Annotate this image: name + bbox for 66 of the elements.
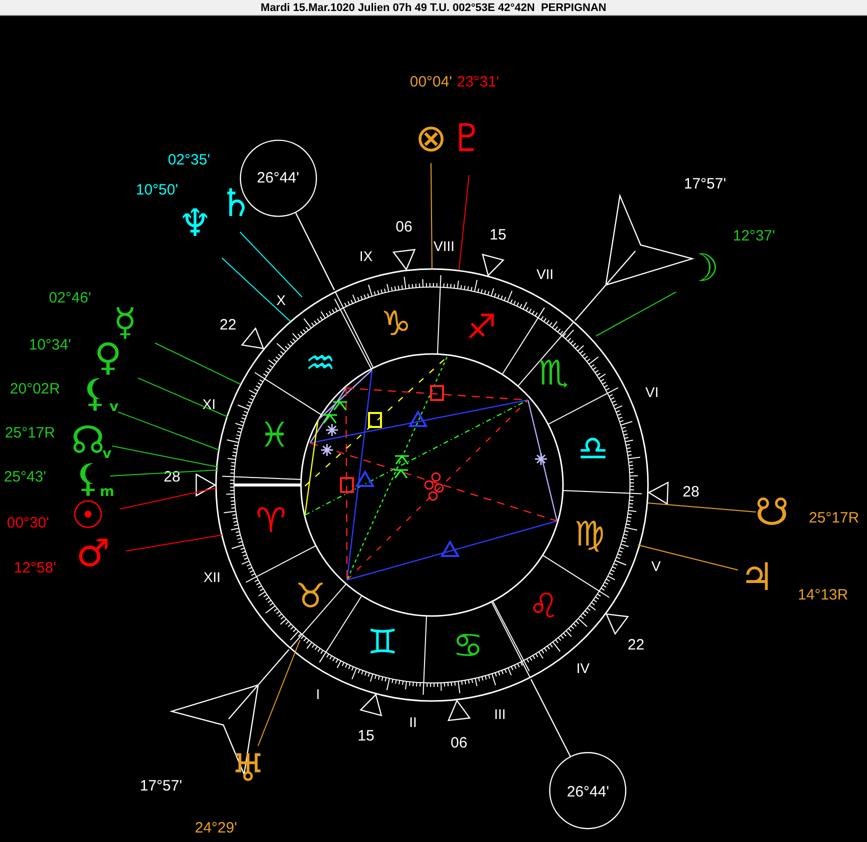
planet-suffix: m [100, 484, 114, 500]
cusp-degree: 17°57' [140, 778, 182, 794]
planet-position: 24°29' [194, 820, 238, 836]
cusp-degree: 22 [220, 316, 236, 334]
planet-position: 20°02R [10, 380, 60, 398]
zodiac-glyph: ♓ [259, 416, 290, 456]
planet-glyph: ♃ [740, 555, 774, 599]
house-number: IV [576, 660, 590, 676]
zodiac-glyph: ♑ [380, 304, 412, 344]
planet-glyph: ♅ [230, 746, 266, 790]
cusp-degree: 26°44' [566, 784, 610, 800]
zodiac-glyph: ♊ [367, 622, 398, 662]
house-number: I [316, 686, 320, 702]
cusp-triangle [605, 613, 629, 636]
planet-position: 12°58' [14, 560, 56, 576]
window-title: Mardi 15.Mar.1020 Julien 07h 49 T.U. 002°53E 42°42N PERPIGNAN [260, 2, 606, 14]
planet-position: 25°43' [4, 468, 46, 486]
cusp-degree: 06 [450, 734, 468, 752]
planet-position: 25°17R [4, 424, 56, 442]
planet-position: 14°13R [798, 586, 848, 604]
planet-glyph: ⊗ [415, 116, 447, 160]
planet-glyph: ♂ [76, 531, 110, 575]
house-number: VII [536, 266, 554, 282]
zodiac-glyph: ♍ [574, 514, 605, 554]
house-number: IX [359, 248, 373, 264]
cusp-degree: 28 [682, 484, 700, 500]
house-number: X [276, 292, 286, 308]
planet-position: 02°35' [168, 152, 210, 168]
planet-glyph: ☿ [113, 300, 137, 344]
cusp-degree: 06 [396, 218, 412, 236]
cusp-triangle [240, 327, 264, 350]
house-number: V [651, 558, 661, 574]
house-number: XI [202, 396, 216, 412]
house-number: VI [645, 384, 659, 400]
planet-glyph: ☽ [684, 246, 720, 290]
house-number: VIII [434, 238, 454, 254]
planet-position: 23°31' [456, 74, 500, 90]
zodiac-glyph: ♉ [295, 576, 326, 617]
house-number: III [494, 706, 506, 722]
planet-position: 00°30' [6, 514, 50, 532]
planet-position: 02°46' [48, 290, 92, 306]
planet-glyph: ♆ [178, 201, 212, 245]
cusp-degree: 22 [628, 636, 644, 654]
zodiac-glyph: ♌ [528, 586, 559, 626]
cusp-degree: 26°44' [256, 170, 300, 186]
house-number: XII [203, 569, 221, 585]
planet-position: 00°04' [410, 74, 452, 90]
zodiac-glyph: ♒ [305, 344, 336, 384]
planet-glyph: ♄ [218, 181, 254, 225]
planet-position: 10°34' [28, 336, 72, 354]
house-number: II [409, 714, 417, 730]
planet-position: 10°50' [136, 182, 178, 198]
zodiac-glyph: ♋ [452, 626, 484, 666]
zodiac-glyph: ♈ [256, 501, 286, 541]
planet-glyph: ♇ [450, 116, 484, 160]
zodiac-glyph: ♏ [538, 353, 569, 394]
planet-suffix: v [109, 399, 119, 415]
planet-suffix: v [102, 446, 112, 462]
zodiac-glyph: ♐ [466, 308, 497, 348]
planet-position: 25°17R [808, 510, 860, 526]
planet-position: 12°37' [732, 228, 776, 244]
cusp-degree: 15 [490, 226, 506, 244]
planet-glyph: ☋ [755, 490, 789, 534]
zodiac-glyph: ♎ [578, 429, 608, 469]
cusp-degree: 17°57' [684, 176, 726, 192]
cusp-degree: 15 [358, 728, 374, 744]
